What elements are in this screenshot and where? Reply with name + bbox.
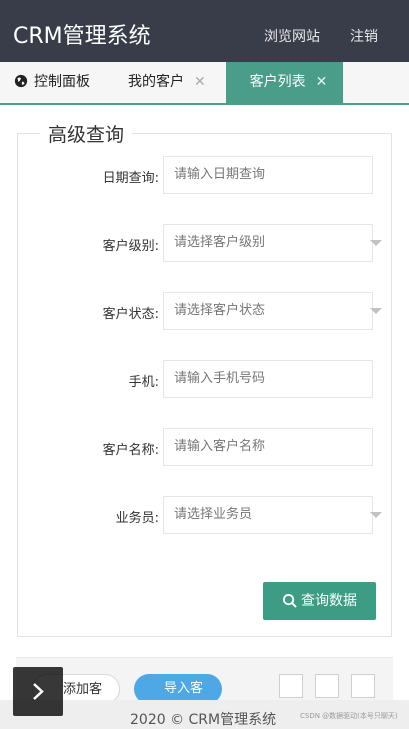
search-legend: 高级查询 — [40, 120, 133, 147]
logout-link[interactable]: 注销 — [350, 26, 378, 46]
browse-website-link[interactable]: 浏览网站 — [264, 26, 320, 46]
tab-label: 控制面板 — [34, 74, 90, 90]
customer-name-input[interactable]: 请输入客户名称 — [163, 428, 373, 466]
tab-bar: 控制面板 我的客户 ✕ 客户列表 ✕ — [0, 62, 409, 105]
tab-label: 我的客户 — [128, 74, 184, 90]
chevron-down-icon — [370, 240, 382, 246]
print-icon[interactable] — [315, 674, 339, 698]
app-logo[interactable]: CRM管理系统 — [13, 18, 151, 50]
customer-level-select[interactable]: 请选择客户级别 — [163, 224, 373, 262]
tab-dashboard[interactable]: 控制面板 — [14, 62, 90, 103]
phone-row: 手机: 请输入手机号码 — [18, 360, 393, 398]
customer-status-row: 客户状态: 请选择客户状态 — [18, 292, 393, 330]
grid-icon[interactable] — [279, 674, 303, 698]
phone-input[interactable]: 请输入手机号码 — [163, 360, 373, 398]
query-data-label: 查询数据 — [301, 593, 357, 609]
close-icon[interactable]: ✕ — [316, 62, 328, 103]
main-content: 高级查询 日期查询: 请输入日期查询 客户级别: 请选择客户级别 客户状态: 请… — [0, 105, 409, 729]
side-menu-toggle[interactable] — [13, 667, 63, 716]
search-icon — [282, 593, 297, 608]
copyright-text: 2020 © CRM管理系统 — [130, 712, 277, 728]
tab-customer-list[interactable]: 客户列表 ✕ — [226, 62, 343, 103]
salesperson-select[interactable]: 请选择业务员 — [163, 496, 373, 534]
globe-icon — [14, 74, 28, 88]
advanced-search-panel: 高级查询 日期查询: 请输入日期查询 客户级别: 请选择客户级别 客户状态: 请… — [17, 120, 393, 637]
query-data-button[interactable]: 查询数据 — [263, 582, 376, 620]
watermark-text: CSDN @数据驱动(本号只聊天) — [300, 712, 398, 720]
customer-level-row: 客户级别: 请选择客户级别 — [18, 224, 393, 262]
field-label: 业务员: — [115, 511, 159, 526]
field-label: 日期查询: — [102, 171, 159, 186]
tab-label: 客户列表 — [249, 74, 306, 90]
export-icon[interactable] — [351, 674, 375, 698]
top-header: CRM管理系统 浏览网站 注销 — [0, 0, 409, 62]
chevron-down-icon — [370, 308, 382, 314]
field-label: 手机: — [128, 375, 159, 390]
customer-status-select[interactable]: 请选择客户状态 — [163, 292, 373, 330]
field-label: 客户状态: — [102, 307, 159, 322]
chevron-right-icon — [33, 683, 44, 700]
close-icon[interactable]: ✕ — [194, 62, 206, 103]
date-query-input[interactable]: 请输入日期查询 — [163, 156, 373, 194]
salesperson-row: 业务员: 请选择业务员 — [18, 496, 393, 534]
customer-name-row: 客户名称: 请输入客户名称 — [18, 428, 393, 466]
tab-my-customers[interactable]: 我的客户 ✕ — [128, 62, 206, 103]
field-label: 客户级别: — [102, 239, 159, 254]
chevron-down-icon — [370, 512, 382, 518]
field-label: 客户名称: — [102, 443, 159, 458]
date-query-row: 日期查询: 请输入日期查询 — [18, 156, 393, 194]
